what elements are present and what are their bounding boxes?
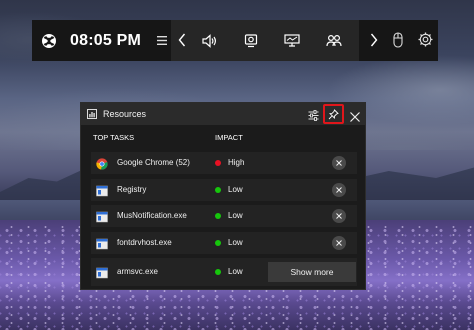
performance-button[interactable] bbox=[277, 20, 307, 61]
audio-button[interactable] bbox=[195, 20, 225, 61]
task-impact: Low bbox=[228, 237, 243, 247]
impact-header: IMPACT bbox=[215, 133, 243, 142]
audio-icon bbox=[202, 33, 216, 48]
task-row[interactable]: armsvc.exe Low Show more bbox=[91, 258, 357, 286]
capture-button[interactable] bbox=[236, 20, 266, 61]
close-icon bbox=[336, 213, 342, 219]
xbox-icon[interactable] bbox=[41, 33, 57, 49]
mouse-icon[interactable] bbox=[393, 32, 403, 53]
chrome-icon bbox=[96, 157, 108, 170]
impact-high-indicator bbox=[215, 160, 221, 166]
end-task-button[interactable] bbox=[332, 209, 346, 223]
widget-title: Resources bbox=[103, 109, 147, 119]
widget-titlebar[interactable]: Resources bbox=[81, 103, 365, 125]
end-task-button[interactable] bbox=[332, 156, 346, 170]
social-button[interactable] bbox=[319, 20, 349, 61]
task-impact: Low bbox=[228, 211, 243, 220]
impact-low-indicator bbox=[215, 186, 221, 193]
task-row[interactable]: fontdrvhost.exe Low bbox=[91, 231, 357, 254]
options-sliders-icon[interactable] bbox=[308, 108, 319, 126]
task-row[interactable]: MusNotification.exe Low bbox=[91, 205, 357, 227]
close-icon bbox=[336, 186, 342, 193]
resources-icon bbox=[87, 109, 97, 119]
widget-menu-bar bbox=[171, 20, 359, 61]
resources-widget: Resources TOP TASKS IMPACT Google Chrome… bbox=[80, 102, 366, 290]
impact-low-indicator bbox=[215, 239, 221, 246]
end-task-button[interactable] bbox=[332, 235, 346, 250]
app-window-icon bbox=[96, 266, 108, 279]
menu-icon[interactable] bbox=[156, 36, 167, 45]
app-window-icon bbox=[96, 210, 108, 223]
performance-icon bbox=[284, 34, 300, 47]
task-impact: High bbox=[228, 158, 245, 167]
show-more-button[interactable]: Show more bbox=[268, 262, 356, 282]
task-name: MusNotification.exe bbox=[117, 211, 187, 220]
pin-widget-button[interactable] bbox=[323, 104, 344, 124]
top-tasks-header: TOP TASKS bbox=[93, 133, 135, 142]
app-window-icon bbox=[96, 184, 108, 196]
impact-low-indicator bbox=[215, 213, 221, 219]
gear-icon[interactable] bbox=[417, 31, 434, 53]
task-row[interactable]: Registry Low bbox=[91, 178, 357, 201]
close-icon bbox=[336, 160, 342, 166]
task-name: armsvc.exe bbox=[117, 267, 158, 276]
close-icon[interactable] bbox=[350, 109, 360, 127]
task-impact: Low bbox=[228, 184, 243, 194]
task-name: Google Chrome (52) bbox=[117, 158, 190, 167]
task-list: Google Chrome (52) High Registry Low Mus… bbox=[91, 152, 357, 291]
pin-icon bbox=[328, 108, 339, 119]
impact-low-indicator bbox=[215, 269, 221, 275]
social-icon bbox=[326, 34, 342, 47]
task-row[interactable]: Google Chrome (52) High bbox=[91, 152, 357, 174]
chevron-left-icon[interactable] bbox=[178, 32, 186, 53]
task-name: fontdrvhost.exe bbox=[117, 237, 172, 247]
app-window-icon bbox=[96, 237, 108, 249]
task-name: Registry bbox=[117, 184, 147, 194]
end-task-button[interactable] bbox=[332, 182, 346, 197]
clock: 08:05 PM bbox=[70, 31, 141, 49]
task-impact: Low bbox=[228, 267, 243, 276]
close-icon bbox=[336, 239, 342, 246]
chevron-right-icon[interactable] bbox=[370, 32, 378, 53]
capture-icon bbox=[244, 33, 258, 47]
game-bar: 08:05 PM bbox=[32, 20, 438, 61]
